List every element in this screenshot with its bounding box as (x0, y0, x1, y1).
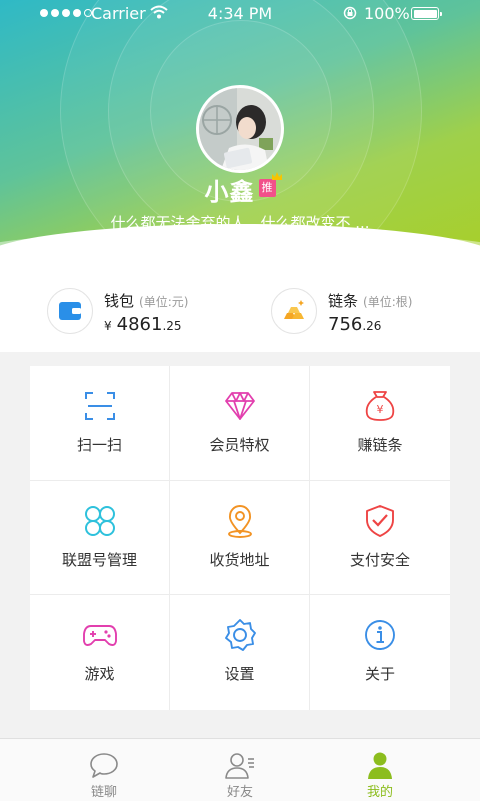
tab-profile[interactable]: 我的 (320, 739, 440, 801)
crown-icon (271, 171, 282, 180)
location-icon (227, 504, 252, 538)
wallet-unit: (单位:元) (139, 295, 189, 309)
gear-icon (224, 619, 256, 652)
menu-item-alliance[interactable]: 联盟号管理 (30, 480, 170, 596)
wallet-icon (47, 288, 93, 334)
status-bar: Carrier 4:34 PM 100% (0, 0, 480, 28)
profile-signature: 什么都无法舍弃的人，什么都改变不 ... (110, 214, 370, 232)
avatar-photo (199, 88, 281, 170)
battery-percentage: 100% (364, 4, 410, 23)
tab-label: 链聊 (90, 785, 117, 800)
shield-icon (366, 504, 394, 537)
tab-label: 好友 (226, 785, 253, 800)
money-bag-icon: ¥ (365, 391, 395, 421)
rotation-lock-icon (343, 6, 357, 20)
menu-item-earn-chain[interactable]: ¥ 赚链条 (310, 366, 450, 481)
menu-item-games[interactable]: 游戏 (30, 595, 170, 710)
chain-label: 链条 (单位:根) (328, 290, 412, 311)
wallet-amount: ¥4861.25 (104, 314, 182, 335)
tab-chat[interactable]: 链聊 (44, 739, 164, 801)
menu-label: 联盟号管理 (61, 550, 137, 569)
link-icon (84, 505, 115, 536)
diamond-icon (224, 392, 255, 420)
wallet-title: 钱包 (104, 292, 135, 310)
chain-amount-integer: 756 (328, 314, 363, 335)
friends-icon (225, 753, 254, 779)
phone-screen: Carrier 4:34 PM 100% 小鑫 推 什么都无法舍弃的人，什么都改… (0, 0, 480, 801)
menu-label: 会员特权 (209, 436, 270, 454)
username-row: 小鑫推 (0, 171, 480, 207)
profile-header: Carrier 4:34 PM 100% 小鑫 推 什么都无法舍弃的人，什么都改… (0, 0, 480, 258)
menu-label: 支付安全 (349, 550, 410, 569)
chain-balance[interactable]: 链条 (单位:根) 756.26 (240, 258, 480, 352)
menu-item-address[interactable]: 收货地址 (170, 480, 310, 596)
tab-bar: 链聊 好友 我的 (0, 738, 480, 801)
recommend-badge-label: 推 (261, 180, 273, 194)
avatar[interactable] (196, 85, 284, 173)
scan-icon (84, 392, 115, 420)
menu-label: 扫一扫 (76, 436, 122, 454)
tab-label: 我的 (366, 785, 393, 800)
battery-icon (411, 7, 442, 20)
info-icon (365, 620, 395, 651)
tab-friends[interactable]: 好友 (180, 739, 300, 801)
menu-item-payment-security[interactable]: 支付安全 (310, 481, 450, 596)
feature-menu-grid: 扫一扫 会员特权 ¥ 赚链条 联盟号管理 收货地址 支付安全 游戏 设置 关于 (30, 366, 450, 710)
menu-item-about[interactable]: 关于 (310, 595, 450, 710)
menu-label: 收货地址 (209, 550, 270, 569)
chain-title: 链条 (328, 292, 359, 310)
currency-symbol: ¥ (104, 319, 112, 333)
chain-amount-decimal: .26 (362, 319, 382, 333)
chat-icon (90, 753, 118, 778)
recommend-badge: 推 (258, 171, 282, 197)
menu-item-settings[interactable]: 设置 (170, 595, 310, 710)
svg-text:¥: ¥ (377, 403, 384, 416)
menu-label: 关于 (364, 665, 395, 684)
wallet-amount-integer: 4861 (116, 314, 163, 335)
gamepad-icon (82, 625, 117, 647)
menu-label: 赚链条 (357, 436, 403, 454)
chain-unit: (单位:根) (363, 295, 413, 309)
menu-item-scan[interactable]: 扫一扫 (30, 366, 170, 481)
menu-item-vip[interactable]: 会员特权 (170, 366, 310, 481)
chain-amount: 756.26 (328, 314, 381, 335)
profile-icon (368, 752, 392, 779)
wallet-amount-decimal: .25 (162, 319, 182, 333)
username: 小鑫 (204, 178, 255, 206)
gold-bars-icon (271, 288, 317, 334)
balance-section: 钱包 (单位:元) ¥4861.25 链条 (单位:根) 756.26 (0, 258, 480, 352)
wallet-label: 钱包 (单位:元) (104, 290, 188, 311)
menu-label: 游戏 (84, 665, 115, 684)
wallet-balance[interactable]: 钱包 (单位:元) ¥4861.25 (0, 258, 240, 352)
menu-label: 设置 (224, 665, 255, 684)
